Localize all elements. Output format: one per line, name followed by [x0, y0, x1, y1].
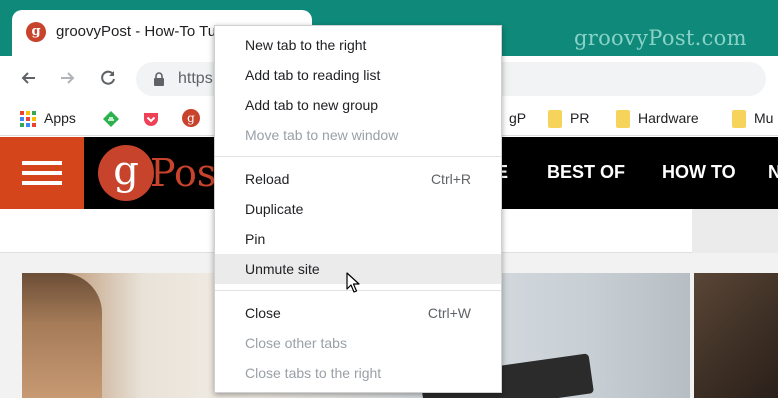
bookmark-apps[interactable]: Apps: [20, 108, 76, 128]
pocket-icon: [144, 113, 158, 127]
menu-item-duplicate[interactable]: Duplicate: [215, 194, 501, 224]
menu-item-label: Reload: [245, 171, 290, 187]
menu-item-add-to-new-group[interactable]: Add tab to new group: [215, 90, 501, 120]
hamburger-bar: [22, 181, 62, 185]
hamburger-bar: [22, 161, 62, 165]
menu-item-label: Add tab to reading list: [245, 67, 381, 83]
menu-item-close-other-tabs: Close other tabs: [215, 328, 501, 358]
bookmark-label: gP: [509, 110, 527, 126]
bookmark-label: PR: [570, 110, 590, 126]
search-box[interactable]: [692, 209, 778, 253]
watermark: groovyPost.com: [574, 26, 747, 50]
menu-item-label: Add tab to new group: [245, 97, 379, 113]
tab-context-menu: New tab to the right Add tab to reading …: [214, 25, 502, 393]
menu-item-move-to-new-window: Move tab to new window: [215, 120, 501, 150]
menu-item-label: New tab to the right: [245, 37, 367, 53]
logo-mark: g: [98, 145, 154, 201]
reload-button[interactable]: [94, 64, 122, 92]
menu-item-label: Close tabs to the right: [245, 365, 382, 381]
apps-grid-icon: [20, 111, 36, 128]
side-image[interactable]: [694, 273, 778, 398]
bookmark-folder-gp[interactable]: gP: [509, 108, 526, 128]
nav-item-best-of[interactable]: BEST OF: [547, 162, 625, 183]
mouse-cursor-icon: [346, 272, 360, 293]
menu-item-label: Close other tabs: [245, 335, 347, 351]
hamburger-menu-button[interactable]: [0, 137, 84, 209]
bookmark-groovypost[interactable]: g: [182, 108, 200, 128]
forward-button[interactable]: [54, 64, 82, 92]
menu-item-shortcut: Ctrl+R: [430, 171, 471, 187]
menu-item-shortcut: Ctrl+W: [427, 305, 471, 321]
menu-item-pin[interactable]: Pin: [215, 224, 501, 254]
feedly-icon: [103, 111, 119, 128]
lock-icon: [154, 72, 164, 86]
nav-item[interactable]: N: [768, 162, 778, 183]
menu-separator: [215, 156, 501, 157]
bookmark-label: Apps: [44, 110, 76, 126]
bookmark-pocket[interactable]: [142, 108, 160, 128]
folder-icon: [732, 110, 746, 129]
back-arrow-icon: [21, 72, 35, 84]
folder-icon: [548, 110, 562, 129]
forward-arrow-icon: [61, 72, 75, 84]
menu-item-label: Unmute site: [245, 261, 320, 277]
groovypost-favicon-icon: g: [26, 22, 46, 42]
menu-item-close[interactable]: Close Ctrl+W: [215, 298, 501, 328]
bookmark-folder-mu[interactable]: Mu: [732, 108, 774, 129]
bookmark-folder-hardware[interactable]: Hardware: [616, 108, 699, 129]
nav-item-how-to[interactable]: HOW TO: [662, 162, 736, 183]
menu-item-label: Duplicate: [245, 201, 304, 217]
back-button[interactable]: [14, 64, 42, 92]
menu-item-add-to-reading-list[interactable]: Add tab to reading list: [215, 60, 501, 90]
bookmark-label: Hardware: [638, 110, 699, 126]
menu-item-reload[interactable]: Reload Ctrl+R: [215, 164, 501, 194]
menu-item-close-tabs-right: Close tabs to the right: [215, 358, 501, 388]
image-person: [22, 273, 102, 398]
menu-item-label: Close: [245, 305, 281, 321]
bookmark-feedly[interactable]: [102, 108, 120, 128]
groovypost-icon: g: [182, 109, 200, 127]
menu-item-new-tab-right[interactable]: New tab to the right: [215, 30, 501, 60]
bookmark-label: Mu: [754, 110, 774, 126]
menu-item-label: Pin: [245, 231, 266, 247]
hamburger-bar: [22, 171, 62, 175]
bookmark-folder-pr[interactable]: PR: [548, 108, 590, 129]
folder-icon: [616, 110, 630, 129]
reload-icon: [101, 70, 115, 85]
menu-item-label: Move tab to new window: [245, 127, 399, 143]
